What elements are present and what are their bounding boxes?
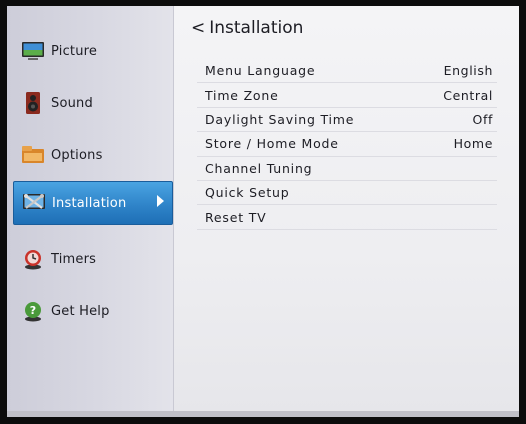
sidebar-item-get-help[interactable]: ? Get Help: [7, 291, 173, 331]
row-label: Channel Tuning: [205, 160, 313, 176]
speaker-icon: [26, 92, 40, 114]
help-icon: ?: [25, 302, 41, 322]
sidebar-item-label: Get Help: [51, 303, 110, 319]
menu-row-store-home-mode[interactable]: Store / Home Mode Home: [197, 132, 497, 157]
tools-icon: [23, 194, 45, 209]
chevron-right-icon: [157, 195, 164, 207]
page-title: < Installation: [191, 18, 303, 38]
bottom-edge: [7, 411, 519, 417]
sidebar-item-label: Sound: [51, 95, 93, 111]
sidebar-item-label: Installation: [52, 195, 127, 211]
tv-screen: Picture Sound Options Installation Timer…: [7, 6, 519, 417]
picture-icon: [22, 42, 44, 60]
menu-row-channel-tuning[interactable]: Channel Tuning: [197, 157, 497, 181]
back-icon[interactable]: <: [191, 18, 205, 38]
menu-row-quick-setup[interactable]: Quick Setup: [197, 181, 497, 206]
menu-row-reset-tv[interactable]: Reset TV: [197, 205, 497, 230]
row-label: Store / Home Mode: [205, 136, 339, 152]
page-title-text: Installation: [209, 18, 304, 38]
settings-list: Menu Language English Time Zone Central …: [197, 59, 497, 230]
sidebar-item-installation[interactable]: Installation: [13, 181, 173, 225]
row-value: Off: [472, 111, 493, 127]
row-label: Daylight Saving Time: [205, 111, 355, 127]
sidebar-item-label: Picture: [51, 43, 98, 59]
options-icon: [22, 146, 44, 163]
row-label: Reset TV: [205, 209, 267, 225]
sidebar-menu: Picture Sound Options Installation Timer…: [7, 6, 174, 417]
row-value: English: [443, 63, 493, 79]
row-label: Quick Setup: [205, 185, 290, 201]
menu-row-time-zone[interactable]: Time Zone Central: [197, 83, 497, 108]
sidebar-item-timers[interactable]: Timers: [7, 239, 173, 279]
sidebar-item-sound[interactable]: Sound: [7, 83, 173, 123]
svg-text:?: ?: [30, 304, 36, 317]
row-label: Menu Language: [205, 63, 316, 79]
sidebar-item-options[interactable]: Options: [7, 135, 173, 175]
row-value: Home: [453, 136, 493, 152]
sidebar-item-label: Options: [51, 147, 103, 163]
menu-row-daylight-saving-time[interactable]: Daylight Saving Time Off: [197, 108, 497, 133]
row-label: Time Zone: [205, 87, 279, 103]
timer-icon: [25, 250, 41, 270]
sidebar-item-picture[interactable]: Picture: [7, 31, 173, 71]
menu-row-menu-language[interactable]: Menu Language English: [197, 59, 497, 84]
sidebar-item-label: Timers: [51, 251, 97, 267]
row-value: Central: [443, 87, 493, 103]
